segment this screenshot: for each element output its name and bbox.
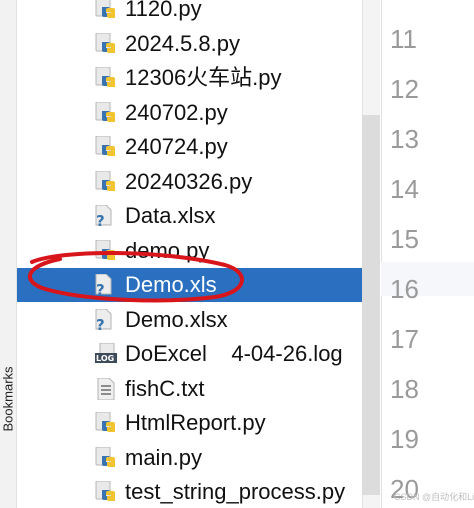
file-tree-item[interactable]: LOG DoExcel 4-04-26.log bbox=[17, 337, 380, 371]
file-name: HtmlReport.py bbox=[125, 410, 266, 435]
unknown-file-icon: ? bbox=[95, 308, 117, 334]
watermark: CSDN @自动化和Linux bbox=[394, 492, 474, 502]
file-tree-item[interactable]: 20240326.py bbox=[17, 165, 380, 199]
file-tree-item[interactable]: fishC.txt bbox=[17, 372, 380, 406]
project-panel: Bookmarks 1120.py 2024.5.8.py 12306火车站.py 2… bbox=[0, 0, 380, 508]
python-file-icon bbox=[95, 0, 117, 20]
python-file-icon bbox=[95, 101, 117, 124]
file-tree-item[interactable]: 2024.5.8.py bbox=[17, 27, 380, 61]
file-tree-item[interactable]: test_string_process.py bbox=[17, 475, 380, 508]
line-number: 15 bbox=[390, 224, 419, 254]
python-file-icon bbox=[95, 239, 117, 262]
file-name: main.py bbox=[125, 444, 203, 470]
python-file-icon bbox=[95, 135, 117, 158]
file-name: 240724.py bbox=[125, 134, 228, 159]
unknown-file-icon: ? bbox=[95, 273, 117, 299]
file-name: 20240326.py bbox=[125, 168, 253, 194]
python-file-icon bbox=[95, 66, 117, 89]
python-file-icon bbox=[95, 170, 117, 193]
file-name: DoExcel 4-04-26.log bbox=[125, 341, 343, 366]
svg-text:LOG: LOG bbox=[96, 354, 114, 363]
line-number: 12 bbox=[390, 74, 419, 104]
line-number: 11 bbox=[390, 24, 417, 54]
file-name: test_string_process.py bbox=[125, 479, 346, 504]
log-file-icon: LOG bbox=[95, 342, 117, 365]
file-name: Demo.xlsx bbox=[125, 306, 228, 332]
python-file-icon bbox=[95, 446, 117, 469]
python-file-icon bbox=[95, 32, 117, 55]
file-tree-item[interactable]: 12306火车站.py bbox=[17, 61, 380, 95]
line-number: 18 bbox=[390, 374, 419, 404]
python-file-icon bbox=[95, 480, 117, 503]
line-number: 19 bbox=[390, 424, 419, 454]
line-number: 17 bbox=[390, 324, 419, 354]
bookmarks-toolwindow-strip[interactable]: Bookmarks bbox=[0, 0, 17, 508]
file-name: Data.xlsx bbox=[125, 203, 216, 228]
python-file-icon bbox=[95, 411, 117, 434]
svg-text:?: ? bbox=[96, 212, 105, 227]
file-tree-item[interactable]: ? Demo.xlsx bbox=[17, 303, 380, 337]
file-name: 1120.py bbox=[125, 0, 202, 21]
svg-text:?: ? bbox=[96, 281, 105, 296]
file-tree: 1120.py 2024.5.8.py 12306火车站.py 240702.py 24… bbox=[17, 0, 380, 508]
text-file-icon bbox=[95, 377, 117, 400]
file-name: 12306火车站.py bbox=[125, 65, 282, 90]
line-number: 13 bbox=[390, 124, 419, 154]
file-tree-item[interactable]: demo.py bbox=[17, 234, 380, 268]
file-tree-item[interactable]: ? Demo.xls bbox=[17, 268, 380, 302]
file-tree-item[interactable]: 1120.py bbox=[17, 0, 380, 26]
unknown-file-icon: ? bbox=[95, 204, 117, 230]
file-name: Demo.xls bbox=[125, 272, 217, 297]
file-name: demo.py bbox=[125, 237, 210, 263]
bookmarks-label[interactable]: Bookmarks bbox=[1, 366, 16, 431]
file-tree-item[interactable]: ? Data.xlsx bbox=[17, 199, 380, 233]
file-tree-item[interactable]: main.py bbox=[17, 441, 380, 475]
file-tree-item[interactable]: 240724.py bbox=[17, 130, 380, 164]
file-tree-item[interactable]: 240702.py bbox=[17, 96, 380, 130]
line-number: 16 bbox=[390, 274, 419, 304]
scrollbar-thumb[interactable] bbox=[362, 115, 380, 495]
file-name: fishC.txt bbox=[125, 375, 205, 401]
svg-text:?: ? bbox=[96, 316, 105, 331]
file-name: 2024.5.8.py bbox=[125, 30, 240, 56]
line-number: 14 bbox=[390, 174, 419, 204]
file-name: 240702.py bbox=[125, 99, 228, 125]
file-tree-item[interactable]: HtmlReport.py bbox=[17, 406, 380, 440]
